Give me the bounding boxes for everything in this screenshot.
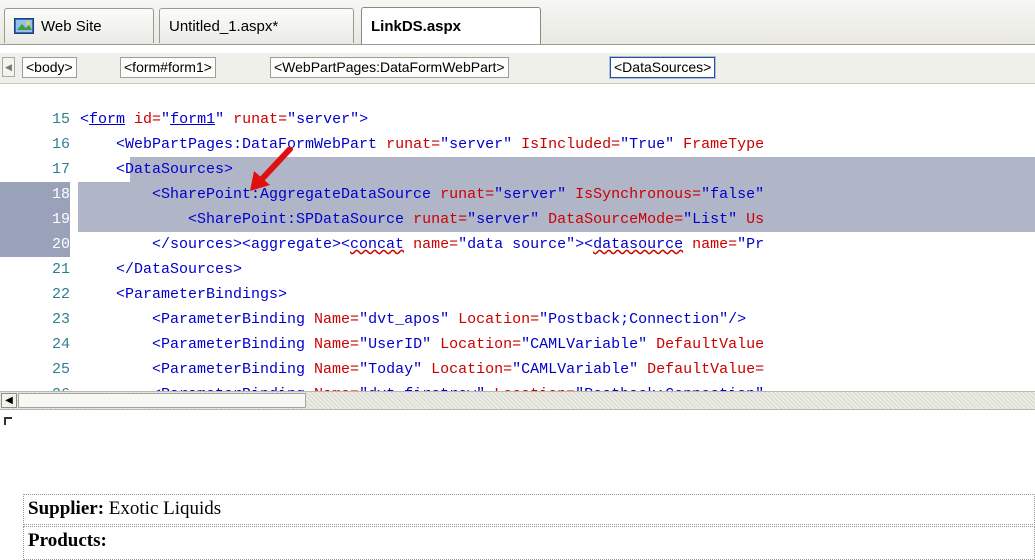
code-text: <WebPartPages:DataFormWebPart runat="ser… xyxy=(80,136,765,153)
code-line[interactable]: 15 <form id="form1" runat="server"> xyxy=(0,107,1035,132)
code-text: </DataSources> xyxy=(80,261,243,278)
breadcrumb-dataformwebpart[interactable]: <WebPartPages:DataFormWebPart> xyxy=(270,57,509,78)
code-text: <ParameterBindings> xyxy=(80,286,288,303)
line-number: 26 xyxy=(0,382,70,391)
code-line[interactable]: 20 </sources><aggregate><concat name="da… xyxy=(0,232,1035,257)
code-text: <SharePoint:AggregateDataSource runat="s… xyxy=(80,186,765,203)
line-number: 24 xyxy=(51,336,70,353)
code-line[interactable]: 22 <ParameterBindings> xyxy=(0,282,1035,307)
line-number: 15 xyxy=(51,111,70,128)
line-number: 17 xyxy=(51,161,70,178)
code-text: <ParameterBinding Name="Today" Location=… xyxy=(80,361,765,378)
tab-web-site[interactable]: Web Site xyxy=(4,8,154,43)
code-text: <SharePoint:SPDataSource runat="server" … xyxy=(80,211,765,228)
line-number: 18 xyxy=(0,182,70,207)
breadcrumb-form[interactable]: <form#form1> xyxy=(120,57,216,78)
line-number: 23 xyxy=(51,311,70,328)
design-view: Supplier: Exotic Liquids Products: xyxy=(0,411,1035,560)
line-number: 22 xyxy=(51,286,70,303)
code-line[interactable]: 26 <ParameterBinding Name="dvt_firstrow"… xyxy=(0,382,1035,391)
website-icon xyxy=(14,18,34,34)
supplier-value: Exotic Liquids xyxy=(104,498,222,519)
supplier-row[interactable]: Supplier: Exotic Liquids xyxy=(23,494,1035,525)
line-number: 19 xyxy=(0,207,70,232)
line-number: 21 xyxy=(51,261,70,278)
code-line[interactable]: 19 <SharePoint:SPDataSource runat="serve… xyxy=(0,207,1035,232)
breadcrumb-datasources[interactable]: <DataSources> xyxy=(608,56,717,79)
tab-label: Untitled_1.aspx* xyxy=(169,17,279,35)
code-line[interactable]: 17 <DataSources> xyxy=(0,157,1035,182)
code-line[interactable]: 25 <ParameterBinding Name="Today" Locati… xyxy=(0,357,1035,382)
code-line[interactable]: 16 <WebPartPages:DataFormWebPart runat="… xyxy=(0,132,1035,157)
products-row[interactable]: Products: xyxy=(23,526,1035,560)
code-text: </sources><aggregate><concat name="data … xyxy=(80,236,765,253)
code-text: <form id="form1" runat="server"> xyxy=(80,111,369,128)
products-label: Products: xyxy=(28,530,107,551)
quick-tag-selector: ◀ <body> <form#form1> <WebPartPages:Data… xyxy=(0,53,1035,84)
code-line[interactable]: 18 <SharePoint:AggregateDataSource runat… xyxy=(0,182,1035,207)
code-editor[interactable]: 15 <form id="form1" runat="server"> 16 <We… xyxy=(0,99,1035,391)
supplier-label: Supplier: xyxy=(28,498,105,519)
corner-marker xyxy=(4,417,12,425)
code-text: <DataSources> xyxy=(80,161,234,178)
tab-label: Web Site xyxy=(41,17,102,35)
code-text: <ParameterBinding Name="UserID" Location… xyxy=(80,336,765,353)
code-line[interactable]: 23 <ParameterBinding Name="dvt_apos" Loc… xyxy=(0,307,1035,332)
tab-untitled-1[interactable]: Untitled_1.aspx* xyxy=(159,8,354,43)
line-number: 16 xyxy=(51,136,70,153)
red-arrow-annotation xyxy=(250,147,293,191)
breadcrumb-body[interactable]: <body> xyxy=(22,57,77,78)
scroll-left-arrow-icon[interactable]: ◀ xyxy=(1,393,17,408)
code-line[interactable]: 24 <ParameterBinding Name="UserID" Locat… xyxy=(0,332,1035,357)
tab-label: LinkDS.aspx xyxy=(371,17,462,35)
code-text: <ParameterBinding Name="dvt_apos" Locati… xyxy=(80,311,747,328)
line-number: 20 xyxy=(0,232,70,257)
tab-linkds[interactable]: LinkDS.aspx xyxy=(361,7,541,44)
horizontal-scrollbar[interactable]: ◀ xyxy=(0,391,1035,410)
document-tab-strip: Web Site Untitled_1.aspx* LinkDS.aspx xyxy=(0,0,1035,45)
scroll-left-icon[interactable]: ◀ xyxy=(2,57,15,77)
code-line[interactable]: 21 </DataSources> xyxy=(0,257,1035,282)
scrollbar-thumb[interactable] xyxy=(18,393,306,408)
line-number: 25 xyxy=(51,361,70,378)
code-text: <ParameterBinding Name="dvt_firstrow" Lo… xyxy=(80,382,764,391)
